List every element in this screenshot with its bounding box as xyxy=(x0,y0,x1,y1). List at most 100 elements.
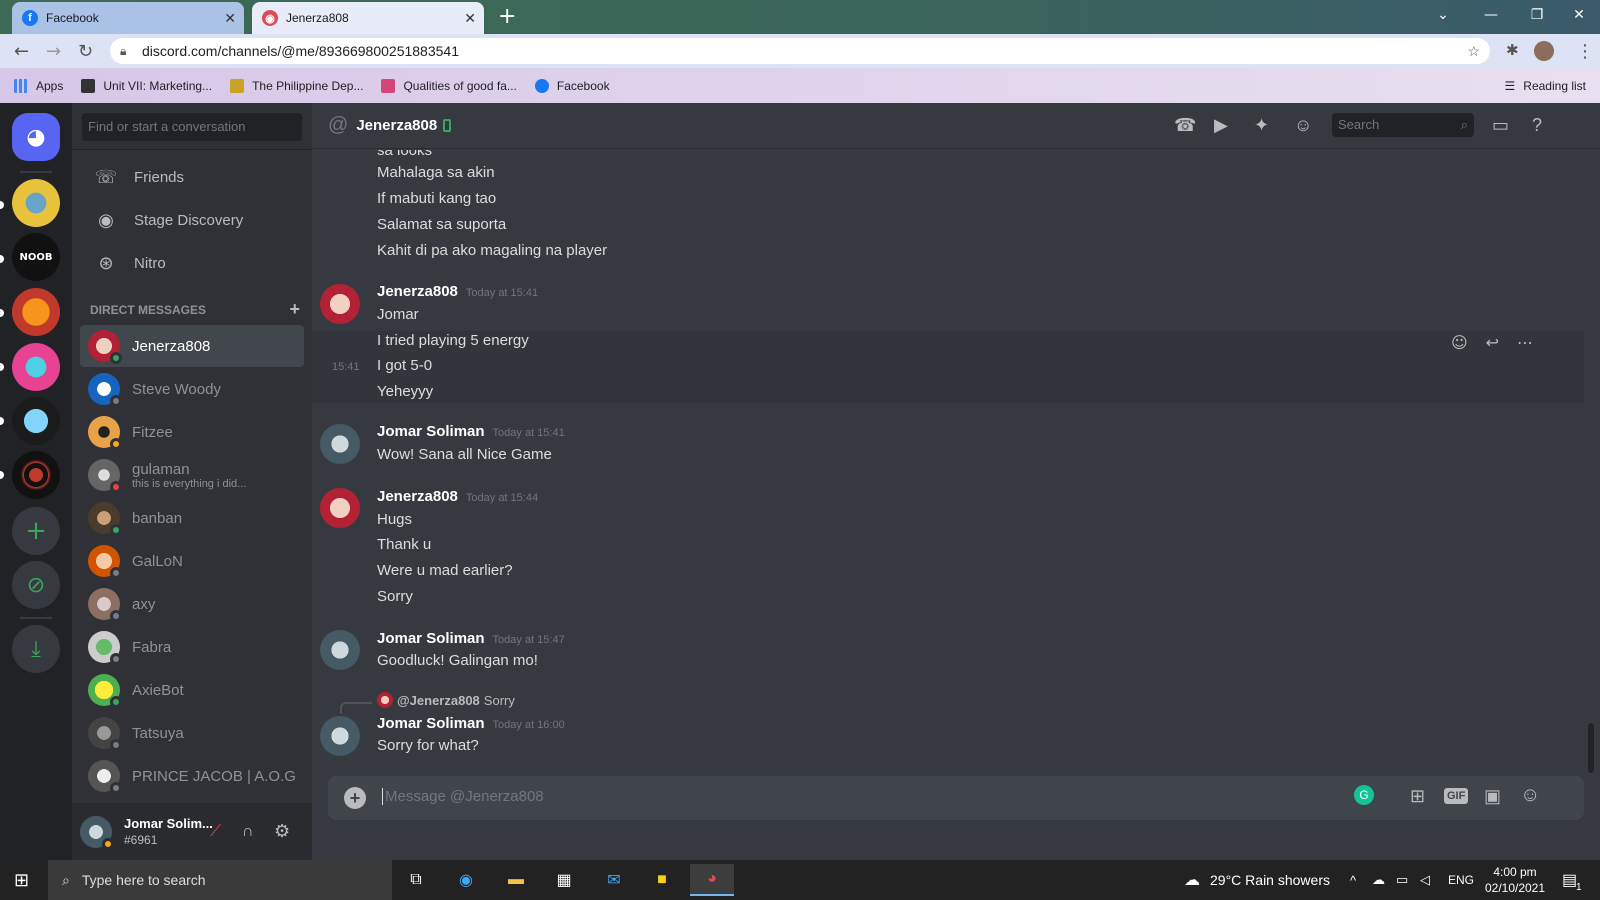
dm-item[interactable]: Steve Woody xyxy=(80,368,304,410)
mute-mic-icon[interactable]: ⟋ xyxy=(210,823,221,841)
close-window-button[interactable]: ✕ xyxy=(1556,0,1600,30)
dm-item[interactable]: AxieBot xyxy=(80,669,304,711)
windows-start-icon[interactable]: ⊞ xyxy=(14,870,29,891)
gift-icon[interactable]: ⊞ xyxy=(1410,786,1425,807)
tab-discord[interactable]: ◉ Jenerza808 ✕ xyxy=(252,2,484,34)
add-friend-icon[interactable]: ☺ xyxy=(1294,115,1312,136)
reload-icon[interactable]: ↻ xyxy=(78,41,93,62)
help-icon[interactable]: ? xyxy=(1532,115,1542,136)
pin-icon[interactable]: ✦ xyxy=(1254,115,1269,136)
file-explorer-icon[interactable]: ▬ xyxy=(500,864,532,896)
voice-call-icon[interactable]: ☎ xyxy=(1174,115,1196,136)
bookmark-item[interactable]: The Philippine Dep... xyxy=(230,78,363,93)
taskbar-search[interactable]: ⌕ Type here to search xyxy=(48,860,392,900)
gif-button[interactable]: GIF xyxy=(1444,788,1469,804)
bookmark-item[interactable]: Qualities of good fa... xyxy=(381,78,517,93)
dm-item[interactable]: gulaman this is everything i did... xyxy=(80,454,304,496)
avatar[interactable] xyxy=(320,284,360,324)
store-icon[interactable]: ▦ xyxy=(548,864,580,896)
dm-item[interactable]: Fabra xyxy=(80,626,304,668)
avatar[interactable] xyxy=(320,630,360,670)
message-author[interactable]: Jomar Soliman Today at 16:00 xyxy=(377,715,565,732)
dm-item[interactable]: GalLoN xyxy=(80,540,304,582)
explore-compass-icon[interactable]: ⊘ xyxy=(12,561,60,609)
grammarly-icon[interactable]: G xyxy=(1354,785,1374,805)
server-icon[interactable] xyxy=(12,397,60,445)
reading-list[interactable]: ☰ Reading list xyxy=(1505,79,1586,93)
message-author[interactable]: Jomar Soliman Today at 15:41 xyxy=(377,423,565,440)
volume-icon[interactable]: ◁ xyxy=(1420,872,1430,888)
upload-plus-icon[interactable]: + xyxy=(344,787,366,809)
nav-stage-discovery[interactable]: ◉ Stage Discovery xyxy=(80,199,304,241)
tray-chevron-icon[interactable]: ^ xyxy=(1350,873,1356,888)
restore-button[interactable]: ❐ xyxy=(1514,0,1560,30)
scrollbar[interactable] xyxy=(1588,723,1594,773)
video-call-icon[interactable]: ▶ xyxy=(1214,115,1228,136)
extensions-icon[interactable]: ✱ xyxy=(1506,41,1519,59)
forward-icon[interactable]: → xyxy=(46,41,61,62)
server-icon[interactable] xyxy=(12,288,60,336)
url-field[interactable]: 🔒︎ discord.com/channels/@me/893669800251… xyxy=(110,38,1490,64)
bookmark-item[interactable]: Facebook xyxy=(534,78,610,93)
message-author[interactable]: Jenerza808 Today at 15:44 xyxy=(377,488,538,505)
bookmark-apps[interactable]: Apps xyxy=(14,78,63,93)
create-dm-icon[interactable]: + xyxy=(289,299,300,320)
sticker-icon[interactable]: ▣ xyxy=(1484,786,1501,807)
dm-item[interactable]: Tatsuya xyxy=(80,712,304,754)
reply-preview[interactable]: @Jenerza808 Sorry xyxy=(377,692,515,708)
add-server-icon[interactable]: + xyxy=(12,507,60,555)
server-icon[interactable] xyxy=(12,343,60,391)
sticky-notes-icon[interactable]: ■ xyxy=(646,864,678,896)
bookmark-item[interactable]: Unit VII: Marketing... xyxy=(81,78,212,93)
close-tab-icon[interactable]: ✕ xyxy=(464,10,476,27)
edge-icon[interactable]: ◉ xyxy=(450,864,482,896)
message-author[interactable]: Jomar Soliman Today at 15:47 xyxy=(377,630,565,647)
nav-nitro[interactable]: ⊛ Nitro xyxy=(80,242,304,284)
tab-search-icon[interactable]: ⌄ xyxy=(1420,0,1466,30)
menu-dots-icon[interactable]: ⋮ xyxy=(1576,41,1594,62)
server-icon[interactable] xyxy=(12,179,60,227)
back-icon[interactable]: ← xyxy=(14,41,29,62)
avatar[interactable] xyxy=(320,488,360,528)
clock[interactable]: 4:00 pm 02/10/2021 xyxy=(1478,864,1552,896)
profile-avatar[interactable] xyxy=(1534,41,1554,61)
server-icon[interactable]: NOOB xyxy=(12,233,60,281)
settings-gear-icon[interactable]: ⚙ xyxy=(274,821,290,842)
dm-item[interactable]: Jenerza808 xyxy=(80,325,304,367)
add-reaction-icon[interactable]: ☺ xyxy=(1451,333,1468,352)
server-icon[interactable] xyxy=(12,451,60,499)
emoji-icon[interactable]: ☺ xyxy=(1520,784,1540,807)
bookmark-star-icon[interactable]: ☆ xyxy=(1467,43,1480,60)
avatar[interactable] xyxy=(320,424,360,464)
message-author[interactable]: Jenerza808 Today at 15:41 xyxy=(377,283,538,300)
search-input[interactable]: Search ⌕ xyxy=(1332,113,1474,137)
task-view-icon[interactable]: ⧉ xyxy=(400,864,432,896)
chrome-icon[interactable]: ◕ xyxy=(690,864,734,896)
message-input[interactable]: Message @Jenerza808 xyxy=(382,788,544,805)
reply-icon[interactable]: ↩ xyxy=(1486,333,1499,352)
user-avatar[interactable] xyxy=(80,815,114,850)
new-tab-button[interactable]: + xyxy=(498,4,516,29)
dm-item[interactable]: Fitzee xyxy=(80,411,304,453)
network-icon[interactable]: ▭ xyxy=(1396,872,1408,888)
nav-friends[interactable]: ☏ Friends xyxy=(80,156,304,198)
minimize-button[interactable]: — xyxy=(1468,0,1514,30)
onedrive-icon[interactable]: ☁ xyxy=(1372,872,1385,888)
message-text: Salamat sa suporta xyxy=(377,216,507,233)
language[interactable]: ENG xyxy=(1448,873,1474,887)
dm-item[interactable]: banban xyxy=(80,497,304,539)
weather-text[interactable]: 29°C Rain showers xyxy=(1210,872,1330,888)
avatar[interactable] xyxy=(320,716,360,756)
notifications-icon[interactable]: ▤ xyxy=(1562,870,1577,890)
inbox-icon[interactable]: ▭ xyxy=(1492,115,1509,136)
headphones-icon[interactable]: ∩ xyxy=(242,823,254,841)
dm-item[interactable]: PRINCE JACOB | A.O.G xyxy=(80,755,304,797)
close-tab-icon[interactable]: ✕ xyxy=(224,10,236,27)
discord-home-icon[interactable]: ◕ xyxy=(12,113,60,161)
dm-item[interactable]: axy xyxy=(80,583,304,625)
mail-icon[interactable]: ✉ xyxy=(598,864,630,896)
find-conversation-button[interactable]: Find or start a conversation xyxy=(82,113,302,141)
more-icon[interactable]: ⋯ xyxy=(1517,333,1533,352)
download-icon[interactable]: ⤓ xyxy=(12,625,60,673)
tab-facebook[interactable]: f Facebook ✕ xyxy=(12,2,244,34)
